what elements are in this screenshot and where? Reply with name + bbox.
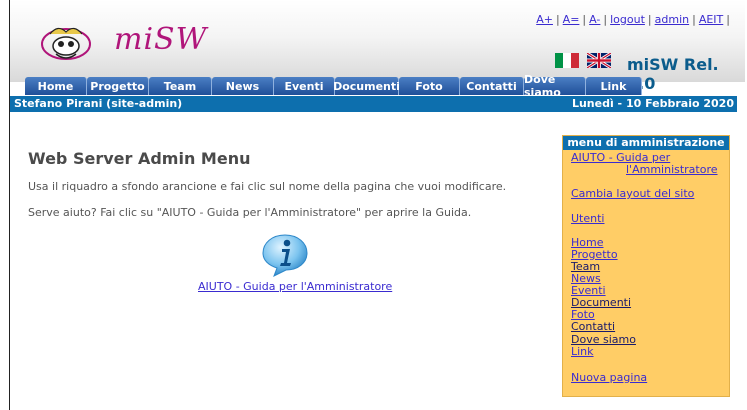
nav-news[interactable]: News <box>212 77 274 95</box>
nav-link[interactable]: Link <box>586 77 642 95</box>
page-title: Web Server Admin Menu <box>28 149 251 168</box>
change-layout-link[interactable]: Cambia layout del sito <box>571 188 694 200</box>
help-guide-link[interactable]: AIUTO - Guida per l'Amministratore <box>198 280 392 293</box>
font-normal-link[interactable]: A= <box>563 13 580 26</box>
admin-menu-title: menu di amministrazione <box>563 136 729 150</box>
admin-page-link[interactable]: Link <box>571 346 594 358</box>
font-smaller-link[interactable]: A- <box>589 13 600 26</box>
nav-team[interactable]: Team <box>149 77 212 95</box>
site-header: miSW A+ | A= | A- | logout | admin | AEIT | miSW Re… <box>10 0 745 93</box>
current-user: Stefano Pirani (site-admin) <box>14 97 183 110</box>
nav-home[interactable]: Home <box>25 77 87 95</box>
nav-eventi[interactable]: Eventi <box>274 77 335 95</box>
nav-progetto[interactable]: Progetto <box>87 77 149 95</box>
instructions-text: Usa il riquadro a sfondo arancione e fai… <box>28 180 507 193</box>
admin-help-link-line2[interactable]: l'Amministratore <box>626 164 718 176</box>
nav-documenti[interactable]: Documenti <box>333 77 400 95</box>
logout-link[interactable]: logout <box>610 13 645 26</box>
top-links: A+ | A= | A- | logout | admin | AEIT | <box>536 13 730 26</box>
new-page-link[interactable]: Nuova pagina <box>571 372 647 384</box>
logo-text: miSW <box>114 22 208 57</box>
aeit-link[interactable]: AEIT <box>699 13 723 26</box>
font-larger-link[interactable]: A+ <box>536 13 553 26</box>
help-hint-text: Serve aiuto? Fai clic su "AIUTO - Guida … <box>28 206 472 219</box>
info-bar: Stefano Pirani (site-admin) Lunedì - 10 … <box>10 96 737 112</box>
admin-page-contatti[interactable]: Contatti <box>571 321 615 333</box>
uk-flag-icon[interactable] <box>587 53 611 68</box>
release-label: miSW Rel. 5.0 <box>627 55 719 93</box>
admin-link[interactable]: admin <box>655 13 689 26</box>
nav-foto[interactable]: Foto <box>399 77 460 95</box>
nav-dove-siamo[interactable]: Dove siamo <box>524 73 586 99</box>
language-flags <box>555 53 611 68</box>
users-link[interactable]: Utenti <box>571 213 604 225</box>
main-nav: Home Progetto Team News Eventi Documenti… <box>25 73 642 99</box>
nav-contatti[interactable]: Contatti <box>460 77 524 95</box>
info-icon[interactable] <box>260 232 310 278</box>
italian-flag-icon[interactable] <box>555 53 579 68</box>
admin-menu-panel: menu di amministrazione AIUTO - Guida pe… <box>562 135 730 397</box>
current-date: Lunedì - 10 Febbraio 2020 <box>571 97 734 110</box>
